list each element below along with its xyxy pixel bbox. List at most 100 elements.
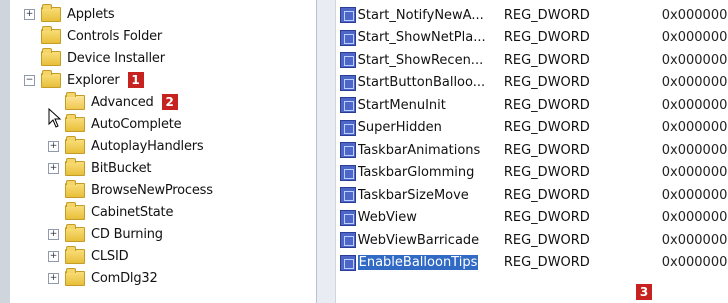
value-name: StartButtonBalloo... (358, 75, 504, 90)
value-data: 0x000000 (661, 120, 728, 135)
value-name: Start_ShowRecen... (358, 53, 504, 68)
expand-icon[interactable]: + (48, 162, 59, 174)
registry-value-row[interactable]: SuperHidden REG_DWORD 0x000000 (340, 117, 728, 139)
folder-icon (41, 47, 61, 66)
dword-value-icon (340, 254, 356, 271)
expand-icon[interactable]: + (48, 228, 59, 240)
expand-icon[interactable]: + (24, 8, 35, 20)
expand-icon[interactable]: + (48, 140, 59, 152)
folder-icon (65, 201, 85, 220)
tree-item[interactable]: + CD Burning (48, 223, 163, 245)
tree-item-label: BitBucket (91, 160, 152, 176)
value-type: REG_DWORD (503, 30, 590, 45)
value-name-text: StartButtonBalloo... (357, 75, 486, 90)
registry-value-row[interactable]: WebView REG_DWORD 0x000000 (340, 207, 728, 229)
dword-value-icon (340, 7, 356, 23)
folder-icon (65, 223, 85, 242)
registry-value-row[interactable]: EnableBalloonTips REG_DWORD 0x000000 (340, 252, 728, 274)
tree-item[interactable]: + CLSID (48, 245, 129, 267)
tree-item-label: ComDlg32 (91, 270, 158, 286)
folder-icon (65, 135, 85, 154)
value-data: 0x000000 (661, 7, 728, 23)
annotation-badge-2: 2 (161, 94, 178, 110)
tree-item[interactable]: + Applets (24, 3, 115, 25)
tree-item[interactable]: CabinetState (48, 201, 173, 223)
registry-value-row[interactable]: Start_NotifyNewA... REG_DWORD 0x000000 (340, 4, 728, 26)
value-data: 0x000000 (661, 210, 728, 225)
value-data: 0x000000 (661, 232, 728, 248)
open-folder-icon (65, 91, 85, 110)
tree-item-label: Advanced (91, 94, 154, 110)
dword-value-icon (340, 209, 356, 226)
value-data: 0x000000 (661, 52, 728, 68)
tree-scrollbar[interactable] (316, 0, 335, 303)
registry-value-row[interactable]: WebViewBarricade REG_DWORD 0x000000 (340, 229, 728, 251)
value-data: 0x000000 (661, 97, 728, 113)
annotation-badge-3: 3 (636, 284, 652, 300)
value-name: EnableBalloonTips (357, 255, 504, 270)
value-data: 0x000000 (661, 187, 728, 203)
value-name-text: Start_NotifyNewA... (357, 7, 484, 23)
value-name-text: TaskbarAnimations (357, 142, 481, 158)
tree-item-label: Controls Folder (67, 28, 163, 44)
value-type: REG_DWORD (503, 210, 590, 225)
tree-item[interactable]: BrowseNewProcess (48, 179, 213, 201)
collapse-icon[interactable]: − (24, 74, 35, 86)
dword-value-icon (340, 164, 356, 181)
dword-value-icon (340, 232, 356, 248)
registry-value-row[interactable]: Start_ShowRecen... REG_DWORD 0x000000 (340, 49, 728, 71)
registry-value-row[interactable]: TaskbarGlomming REG_DWORD 0x000000 (340, 162, 728, 184)
tree-item-label: Applets (67, 6, 115, 22)
value-name-text: SuperHidden (357, 120, 442, 135)
value-type: REG_DWORD (503, 255, 590, 270)
value-name-text: StartMenuInit (357, 97, 446, 113)
dword-value-icon (340, 97, 356, 113)
dword-value-icon (340, 52, 356, 68)
tree-item[interactable]: − Explorer 1 (24, 69, 144, 91)
tree-item-label: CabinetState (91, 204, 174, 220)
folder-icon (41, 3, 61, 22)
folder-icon (65, 245, 85, 264)
value-name: Start_NotifyNewA... (358, 8, 504, 23)
mouse-cursor-icon (48, 108, 62, 128)
value-type: REG_DWORD (503, 165, 590, 180)
tree-item-label: Explorer (67, 72, 120, 88)
dword-value-icon (340, 74, 356, 91)
tree-item[interactable]: Controls Folder (24, 25, 162, 47)
value-type: REG_DWORD (503, 75, 590, 90)
expand-icon[interactable]: + (48, 272, 59, 284)
value-list-pane[interactable]: Start_NotifyNewA... REG_DWORD 0x000000 Star… (336, 0, 728, 303)
annotation-badge-1: 1 (127, 72, 144, 88)
tree-item[interactable]: Device Installer (24, 47, 165, 69)
dword-value-icon (340, 119, 356, 136)
value-type: REG_DWORD (503, 187, 590, 203)
value-type: REG_DWORD (503, 7, 590, 23)
tree-item[interactable]: Advanced 2 (48, 91, 178, 113)
folder-icon (65, 113, 85, 132)
value-name-text: EnableBalloonTips (357, 255, 479, 270)
tree-item[interactable]: + ComDlg32 (48, 267, 158, 289)
value-name: Start_ShowNetPla... (358, 30, 504, 45)
key-tree-pane[interactable]: + Applets Controls Folder Device Installer −… (10, 0, 329, 303)
registry-value-row[interactable]: TaskbarSizeMove REG_DWORD 0x000000 (340, 184, 728, 206)
value-name: WebView (358, 210, 504, 225)
registry-value-row[interactable]: StartMenuInit REG_DWORD 0x000000 (340, 94, 728, 116)
registry-editor-window: + Applets Controls Folder Device Installer −… (0, 0, 728, 303)
value-name: TaskbarGlomming (358, 165, 504, 180)
tree-item-label: BrowseNewProcess (91, 182, 213, 198)
value-name: TaskbarSizeMove (358, 188, 504, 203)
value-data: 0x000000 (661, 142, 728, 158)
tree-item[interactable]: + AutoplayHandlers (48, 135, 204, 157)
tree-item-label: CLSID (91, 248, 129, 264)
value-type: REG_DWORD (503, 120, 590, 135)
value-type: REG_DWORD (503, 142, 590, 158)
value-name: WebViewBarricade (358, 233, 504, 248)
value-name: SuperHidden (358, 120, 504, 135)
registry-value-row[interactable]: Start_ShowNetPla... REG_DWORD 0x000000 (340, 27, 728, 49)
expand-icon[interactable]: + (48, 250, 59, 262)
tree-item[interactable]: + BitBucket (48, 157, 151, 179)
registry-value-row[interactable]: TaskbarAnimations REG_DWORD 0x000000 (340, 139, 728, 161)
tree-item[interactable]: AutoComplete (48, 113, 182, 135)
folder-icon (41, 25, 61, 44)
registry-value-row[interactable]: StartButtonBalloo... REG_DWORD 0x000000 (340, 72, 728, 94)
